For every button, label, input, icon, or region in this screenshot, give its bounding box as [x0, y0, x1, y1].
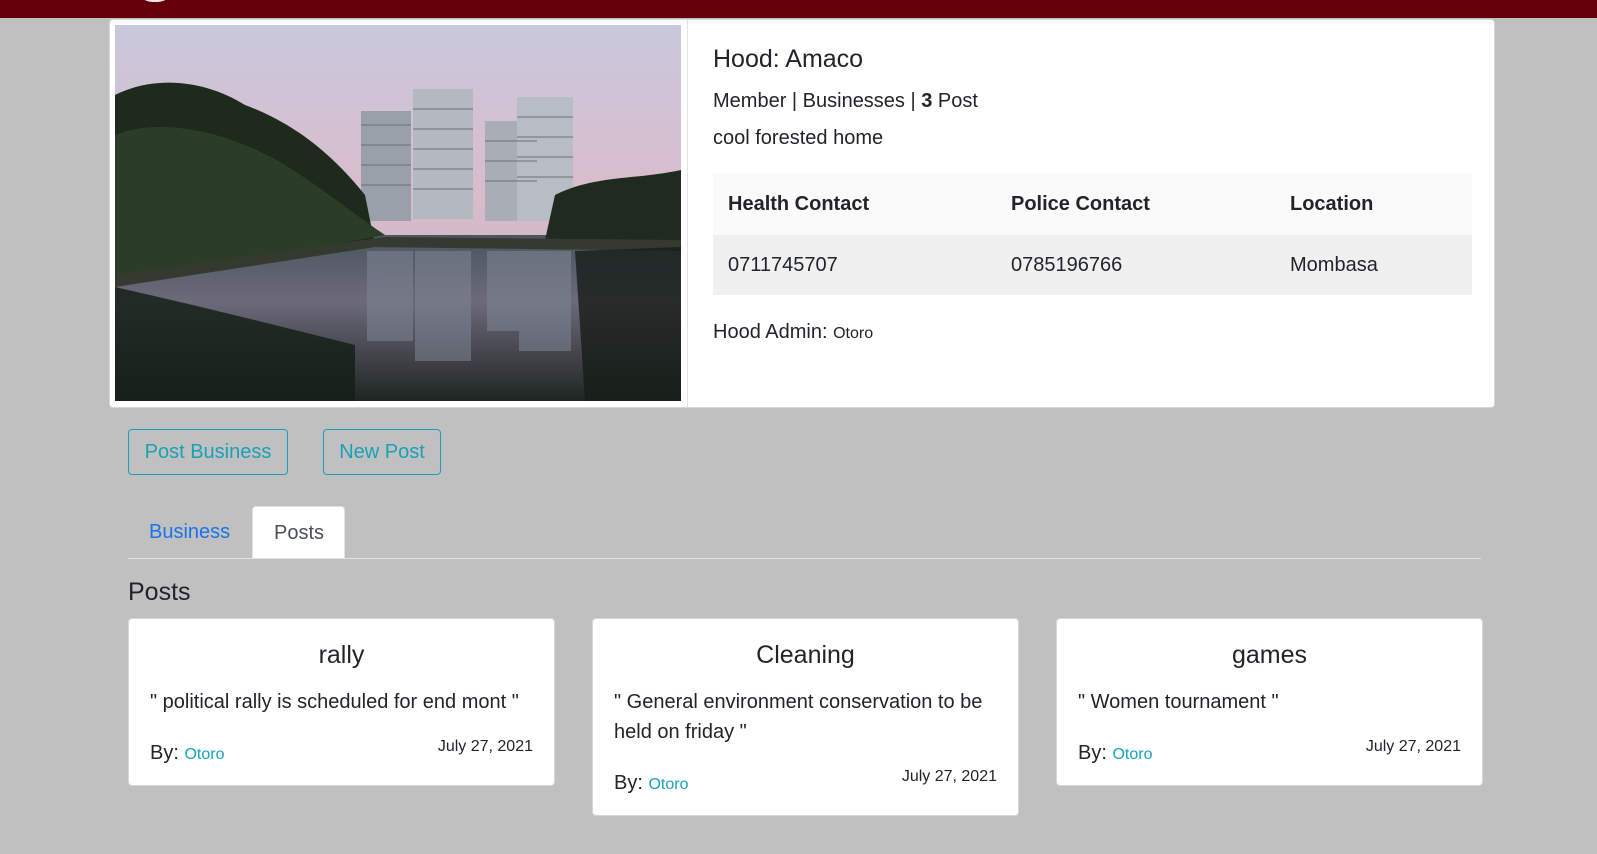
police-contact-value: 0785196766	[996, 235, 1275, 295]
post-business-button[interactable]: Post Business	[128, 429, 288, 475]
header-location: Location	[1275, 173, 1472, 235]
post-card: Cleaning " General environment conservat…	[592, 618, 1019, 816]
post-body: " political rally is scheduled for end m…	[150, 691, 519, 713]
post-count: 3	[921, 90, 933, 112]
header-health-contact: Health Contact	[713, 173, 996, 235]
table-row: 0711745707 0785196766 Mombasa	[713, 235, 1472, 295]
tab-business[interactable]: Business	[128, 506, 251, 558]
post-card: rally " political rally is scheduled for…	[128, 618, 555, 786]
hood-image	[115, 25, 681, 401]
post-body: " General environment conservation to be…	[614, 691, 983, 743]
hood-description: cool forested home	[713, 127, 884, 149]
contacts-table: Health Contact Police Contact Location 0…	[713, 173, 1472, 295]
hood-stats: Member | Businesses | 3 Post	[713, 90, 978, 113]
location-value: Mombasa	[1275, 235, 1472, 295]
post-byline: By: Otoro	[1078, 742, 1152, 765]
by-label: By:	[614, 772, 649, 794]
post-body: " Women tournament "	[1078, 691, 1279, 713]
header-police-contact: Police Contact	[996, 173, 1275, 235]
post-byline: By: Otoro	[150, 742, 224, 765]
post-date: July 27, 2021	[901, 768, 997, 785]
hood-title: Hood: Amaco	[713, 45, 864, 73]
post-card: games " Women tournament " By: Otoro Jul…	[1056, 618, 1483, 786]
post-date: July 27, 2021	[1365, 738, 1461, 755]
posts-heading: Posts	[128, 578, 191, 606]
stats-suffix: Post	[932, 90, 978, 112]
stats-prefix: Member | Businesses |	[713, 90, 922, 112]
hood-image-frame	[110, 20, 688, 407]
post-author-link[interactable]: Otoro	[648, 776, 688, 793]
health-contact-value: 0711745707	[713, 235, 996, 295]
content-tabs: Business Posts	[128, 506, 1481, 559]
tab-posts[interactable]: Posts	[252, 506, 345, 558]
hood-admin-label: Hood Admin:	[713, 321, 834, 343]
post-title: games	[1231, 641, 1308, 669]
hood-admin: Hood Admin: Otoro	[713, 321, 873, 344]
contacts-header-row: Health Contact Police Contact Location	[713, 173, 1472, 235]
post-title: rally	[318, 641, 365, 669]
post-author-link[interactable]: Otoro	[1112, 746, 1152, 763]
post-date: July 27, 2021	[437, 738, 533, 755]
brand-logo[interactable]	[138, 0, 172, 2]
post-title: Cleaning	[756, 641, 855, 669]
by-label: By:	[1078, 742, 1113, 764]
hood-admin-name: Otoro	[833, 325, 874, 342]
post-byline: By: Otoro	[614, 772, 688, 795]
new-post-button[interactable]: New Post	[323, 429, 441, 475]
post-author-link[interactable]: Otoro	[184, 746, 224, 763]
top-navbar	[0, 0, 1597, 18]
by-label: By:	[150, 742, 185, 764]
hood-card: Hood: Amaco Member | Businesses | 3 Post…	[109, 19, 1495, 408]
